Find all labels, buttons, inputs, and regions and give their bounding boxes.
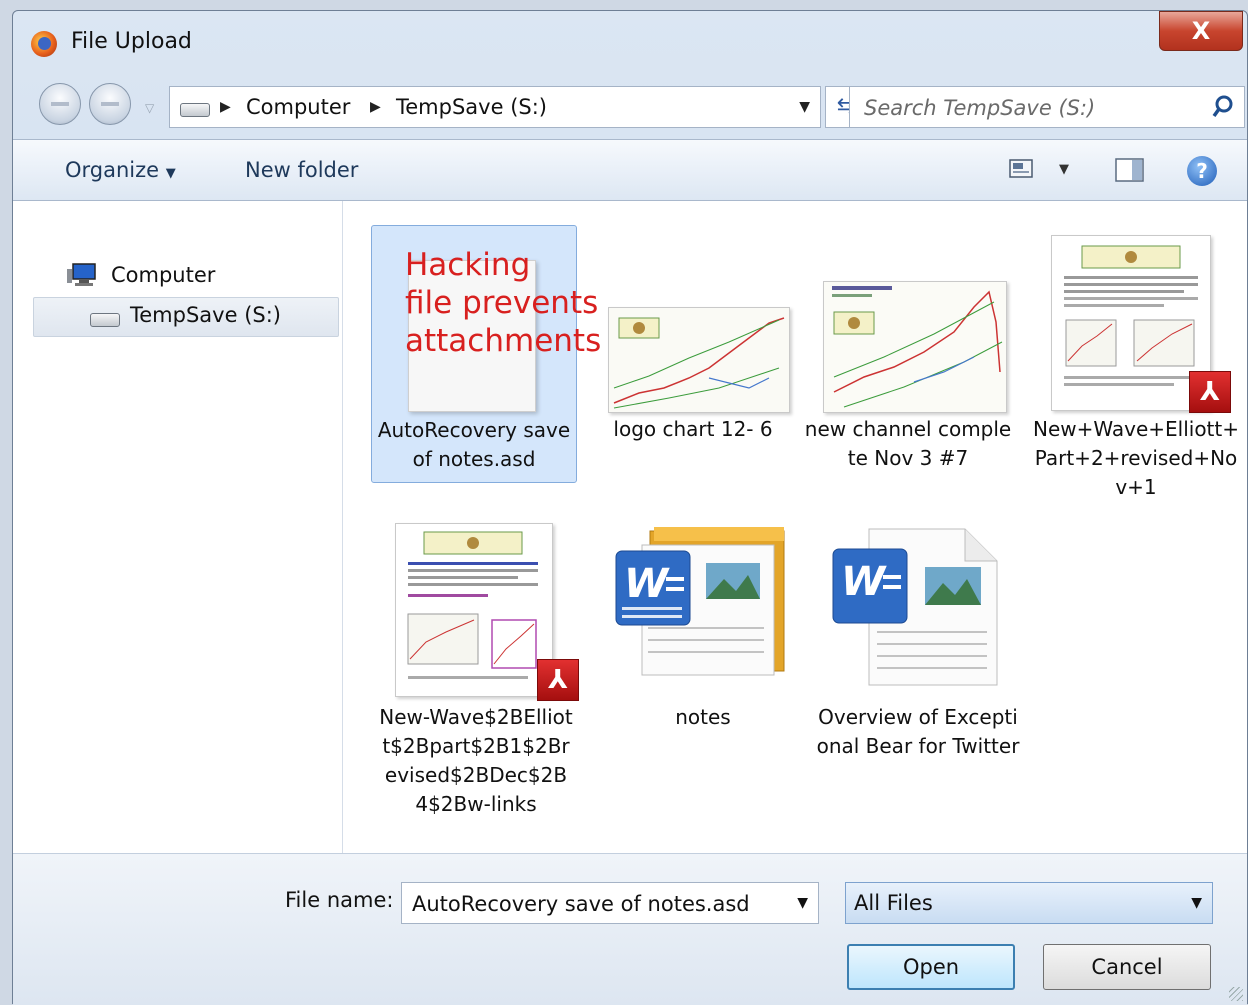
close-icon: X — [1191, 17, 1211, 45]
svg-text:W: W — [841, 559, 887, 605]
chevron-down-icon: ▼ — [165, 166, 176, 181]
overlay-text-line: attachments — [405, 323, 602, 359]
breadcrumb-tempsave[interactable]: TempSave (S:) — [396, 95, 547, 119]
file-item-logo-chart[interactable]: logo chart 12- 6 — [588, 225, 798, 483]
change-view-icon[interactable] — [1009, 157, 1035, 181]
title-bar: File Upload X — [13, 11, 1247, 73]
thumbnail-overlay-text: Hacking file prevents attachments — [405, 246, 601, 360]
chart-thumbnail — [823, 281, 1007, 413]
forward-button[interactable] — [89, 83, 131, 125]
new-folder-button[interactable]: New folder — [245, 158, 358, 182]
file-item-notes[interactable]: W notes — [598, 513, 808, 733]
chevron-down-icon[interactable]: ▼ — [1191, 895, 1202, 911]
chart-thumbnail-image — [824, 282, 1006, 412]
back-button[interactable] — [39, 83, 81, 125]
more-options-dropdown-icon[interactable]: ▼ — [1059, 162, 1069, 177]
svg-text:W: W — [624, 561, 670, 607]
nav-item-tempsave[interactable]: TempSave (S:) — [33, 297, 339, 337]
chart-thumbnail — [608, 307, 790, 413]
chevron-down-icon[interactable]: ▼ — [797, 895, 808, 911]
breadcrumb[interactable]: ▶ Computer ▶ TempSave (S:) ▼ — [169, 86, 821, 128]
command-bar: Organize ▼ New folder ▼ ? — [13, 139, 1247, 201]
computer-icon — [67, 263, 96, 286]
file-name: AutoRecovery save of notes.asd — [377, 418, 571, 471]
close-button[interactable]: X — [1159, 11, 1243, 51]
nav-item-computer[interactable]: Computer — [111, 263, 215, 287]
pdf-page-image — [396, 524, 552, 696]
file-name: logo chart 12- 6 — [613, 417, 773, 441]
pdf-icon: ⅄ — [537, 659, 579, 701]
open-button[interactable]: Open — [847, 944, 1015, 990]
pdf-thumbnail — [395, 523, 553, 697]
cancel-button[interactable]: Cancel — [1043, 944, 1211, 990]
window-title: File Upload — [71, 29, 192, 54]
file-type-value: All Files — [854, 891, 933, 915]
pdf-icon: ⅄ — [1189, 371, 1231, 413]
overlay-text-line: Hacking — [405, 247, 531, 283]
recent-pages-dropdown-icon[interactable]: ▽ — [145, 101, 154, 115]
chart-thumbnail-image — [609, 308, 789, 412]
overlay-text-line: file prevents — [405, 285, 599, 321]
navigation-pane: Computer TempSave (S:) — [13, 201, 343, 853]
word-document-icon: W — [615, 527, 785, 676]
file-type-select[interactable]: All Files ▼ — [845, 882, 1213, 924]
resize-grip[interactable] — [1229, 987, 1243, 1001]
file-name-label: File name: — [285, 888, 394, 912]
drive-icon — [90, 313, 120, 327]
nav-item-tempsave-label: TempSave (S:) — [130, 303, 281, 327]
preview-pane-icon[interactable] — [1115, 157, 1145, 183]
file-name: New+Wave+Elliott+Part+2+revised+Nov+1 — [1032, 417, 1239, 499]
organize-button[interactable]: Organize ▼ — [65, 158, 176, 182]
chevron-right-icon[interactable]: ▶ — [220, 99, 231, 115]
search-icon[interactable] — [1212, 95, 1234, 119]
pdf-thumbnail — [1051, 235, 1211, 411]
address-bar: ▽ ▶ Computer ▶ TempSave (S:) ▼ ⇆ — [33, 75, 1245, 128]
drive-icon — [180, 103, 210, 117]
file-name: new channel complete Nov 3 #7 — [804, 417, 1012, 470]
search-box[interactable] — [849, 86, 1245, 128]
file-name: Overview of Exceptional Bear for Twitter — [816, 705, 1020, 758]
file-name: New-Wave$2BElliott$2Bpart$2B1$2Brevised$… — [379, 705, 573, 816]
breadcrumb-computer[interactable]: Computer — [246, 95, 350, 119]
file-item-new-wave-part1[interactable]: ⅄ New-Wave$2BElliott$2Bpart$2B1$2Brevise… — [371, 513, 581, 833]
firefox-icon — [31, 31, 57, 57]
file-item-new-wave-part2[interactable]: ⅄ New+Wave+Elliott+Part+2+revised+Nov+1 — [1031, 225, 1241, 515]
help-icon[interactable]: ? — [1187, 156, 1217, 186]
file-name: notes — [675, 705, 731, 729]
file-selection-area: File name: ▼ All Files ▼ Open Cancel — [13, 853, 1247, 1005]
file-item-overview[interactable]: W Overview of Exceptional Bear for Twitt… — [813, 513, 1023, 803]
organize-label: Organize — [65, 158, 160, 182]
file-upload-dialog: File Upload X ▽ ▶ Computer ▶ TempSave (S… — [12, 10, 1248, 1005]
search-input[interactable] — [862, 93, 1196, 123]
file-name-combobox[interactable]: ▼ — [401, 882, 819, 924]
pdf-page-image — [1052, 236, 1210, 410]
chevron-right-icon[interactable]: ▶ — [370, 99, 381, 115]
word-document-icon: W — [832, 528, 998, 686]
address-dropdown-icon[interactable]: ▼ — [799, 99, 810, 115]
file-item-new-channel[interactable]: new channel complete Nov 3 #7 — [803, 225, 1013, 515]
file-item-autorecovery[interactable]: Hacking file prevents attachments AutoRe… — [371, 225, 601, 483]
file-name-input[interactable] — [410, 889, 784, 919]
file-list: Hacking file prevents attachments AutoRe… — [343, 201, 1247, 853]
